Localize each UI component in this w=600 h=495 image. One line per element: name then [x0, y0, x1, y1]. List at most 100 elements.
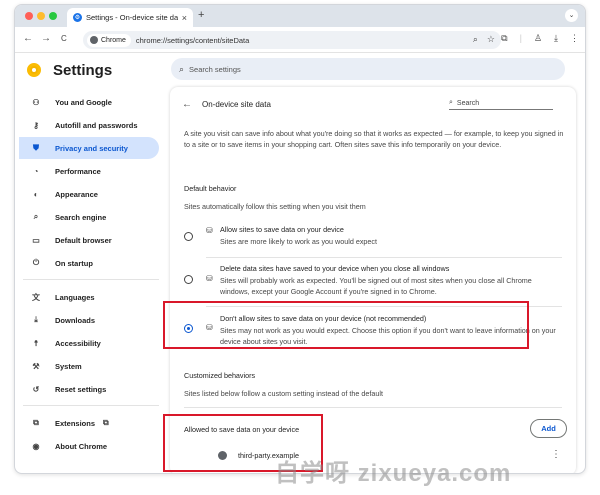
- site-info-chip[interactable]: Chrome: [87, 33, 131, 47]
- search-icon: ⌕: [33, 212, 39, 221]
- shield-icon: ⛊: [33, 143, 39, 152]
- sidebar-item-extensions[interactable]: ⧉ Extensions ⧉: [19, 412, 159, 434]
- profile-icon[interactable]: ♙: [534, 33, 542, 44]
- section-divider: [184, 407, 562, 408]
- open-in-new-icon: ⧉: [103, 418, 109, 427]
- menu-kebab-icon[interactable]: ⋮: [570, 33, 579, 44]
- zoom-icon[interactable]: ⌕: [473, 34, 478, 45]
- option-description: Sites will probably work as expected. Yo…: [220, 276, 532, 296]
- sidebar-item-languages[interactable]: 文 Languages: [19, 286, 159, 308]
- sidebar-item-label: Performance: [55, 166, 101, 176]
- sidebar-item-appearance[interactable]: ◐ Appearance: [19, 183, 159, 205]
- settings-header: Settings ⌕ Search settings: [15, 53, 585, 87]
- power-icon: ⏻: [32, 258, 40, 267]
- tab-strip: ⚙ Settings - On-device site da × + ⌄: [15, 5, 585, 27]
- sidebar-item-label: About Chrome: [55, 441, 108, 451]
- sidebar-item-label: Extensions: [55, 418, 96, 428]
- sidebar-item-label: Downloads: [55, 315, 96, 325]
- maximize-window-button[interactable]: [49, 12, 57, 20]
- default-behavior-subtitle: Sites automatically follow this setting …: [184, 202, 366, 211]
- minimize-window-button[interactable]: [37, 12, 45, 20]
- bookmark-star-icon[interactable]: ☆: [487, 34, 495, 45]
- settings-search-placeholder: Search settings: [189, 64, 241, 74]
- sidebar-item-label: Appearance: [55, 189, 98, 199]
- browser-icon: ▭: [32, 235, 40, 245]
- sidebar-item-you-and-google[interactable]: ⚇ You and Google: [19, 91, 159, 113]
- sidebar-item-privacy-and-security[interactable]: ⛊ Privacy and security: [19, 137, 159, 159]
- option-divider: [206, 257, 562, 258]
- option-label: Allow sites to save data on your device: [220, 225, 344, 234]
- accessibility-icon: ☨: [33, 338, 39, 348]
- sidebar-item-system[interactable]: ⚒ System: [19, 355, 159, 377]
- option-delete-on-close[interactable]: ⛁ Delete data sites have saved to your d…: [184, 262, 564, 302]
- sidebar-item-label: System: [55, 361, 82, 371]
- reload-button[interactable]: C: [61, 34, 67, 43]
- sidebar-item-accessibility[interactable]: ☨ Accessibility: [19, 332, 159, 354]
- sidebar-item-label: On startup: [55, 258, 93, 268]
- option-label: Delete data sites have saved to your dev…: [220, 264, 450, 273]
- divider-icon: |: [519, 33, 522, 43]
- sidebar-item-default-browser[interactable]: ▭ Default browser: [19, 229, 159, 251]
- url-text: chrome://settings/content/siteData: [135, 35, 250, 45]
- panel-description: A site you visit can save info about wha…: [184, 129, 564, 149]
- search-icon: ⌕: [449, 99, 453, 106]
- sidebar-item-label: Languages: [55, 292, 95, 302]
- sidebar-item-performance[interactable]: ◔ Performance: [19, 160, 159, 182]
- panel-search-placeholder: Search: [456, 99, 480, 107]
- highlight-box-block-option: [163, 301, 529, 349]
- download-icon: ⤓: [34, 315, 38, 324]
- settings-gear-icon: ⚙: [73, 13, 82, 22]
- new-tab-button[interactable]: +: [198, 9, 204, 21]
- sidebar-divider: [23, 405, 159, 406]
- sidebar-item-label: Reset settings: [55, 384, 107, 394]
- person-icon: ⚇: [32, 97, 40, 107]
- sidebar-item-label: Default browser: [55, 235, 112, 245]
- sidebar-item-autofill[interactable]: ⚷ Autofill and passwords: [19, 114, 159, 136]
- sidebar-item-label: Search engine: [55, 212, 107, 222]
- puzzle-icon: ⧉: [33, 418, 39, 427]
- sidebar-item-label: Accessibility: [55, 338, 101, 348]
- forward-button[interactable]: →: [41, 33, 51, 44]
- browser-window: ⚙ Settings - On-device site da × + ⌄ ← →…: [14, 4, 586, 474]
- sidebar-divider: [23, 279, 159, 280]
- extensions-icon[interactable]: ⧉: [501, 33, 507, 44]
- customized-behaviors-subtitle: Sites listed below follow a custom setti…: [184, 389, 383, 398]
- settings-sidebar: ⚇ You and Google ⚷ Autofill and password…: [15, 87, 165, 473]
- sidebar-item-search-engine[interactable]: ⌕ Search engine: [19, 206, 159, 228]
- sidebar-item-label: Autofill and passwords: [55, 120, 138, 130]
- tab-search-button[interactable]: ⌄: [565, 9, 578, 22]
- wrench-icon: ⚒: [32, 361, 40, 371]
- sidebar-item-on-startup[interactable]: ⏻ On startup: [19, 252, 159, 274]
- downloads-icon[interactable]: ⤓: [554, 33, 558, 44]
- back-arrow-icon[interactable]: ←: [182, 99, 192, 110]
- site-more-actions-icon[interactable]: ⋮: [551, 449, 561, 460]
- radio-delete-on-close[interactable]: [184, 275, 193, 284]
- panel-title: On-device site data: [202, 100, 271, 109]
- chrome-icon: ◉: [32, 441, 40, 451]
- close-window-button[interactable]: [25, 12, 33, 20]
- reset-icon: ↺: [32, 384, 40, 394]
- palette-icon: ◐: [33, 189, 39, 199]
- sidebar-item-label: You and Google: [55, 97, 112, 107]
- panel-search-input[interactable]: ⌕ Search: [449, 97, 553, 110]
- sidebar-item-about-chrome[interactable]: ◉ About Chrome: [19, 435, 159, 457]
- search-icon: ⌕: [179, 63, 185, 74]
- translate-icon: 文: [32, 292, 40, 302]
- option-allow-save-data[interactable]: ⛁ Allow sites to save data on your devic…: [184, 225, 564, 251]
- address-bar[interactable]: Chrome chrome://settings/content/siteDat…: [83, 31, 501, 49]
- page-title: Settings: [53, 62, 113, 79]
- sidebar-item-downloads[interactable]: ⤓ Downloads: [19, 309, 159, 331]
- sidebar-item-label: Privacy and security: [55, 143, 128, 153]
- settings-logo-icon: [27, 63, 41, 77]
- tab-settings[interactable]: ⚙ Settings - On-device site da ×: [67, 8, 193, 27]
- sidebar-item-reset-settings[interactable]: ↺ Reset settings: [19, 378, 159, 400]
- database-icon: ⛁: [206, 226, 213, 235]
- close-tab-icon[interactable]: ×: [182, 13, 187, 23]
- customized-behaviors-heading: Customized behaviors: [184, 371, 256, 380]
- back-button[interactable]: ←: [23, 33, 33, 44]
- add-site-button[interactable]: Add: [530, 419, 567, 438]
- settings-search-input[interactable]: ⌕ Search settings: [171, 58, 565, 80]
- radio-allow[interactable]: [184, 232, 193, 241]
- browser-toolbar: ← → C Chrome chrome://settings/content/s…: [15, 27, 585, 53]
- option-description: Sites are more likely to work as you wou…: [220, 237, 377, 246]
